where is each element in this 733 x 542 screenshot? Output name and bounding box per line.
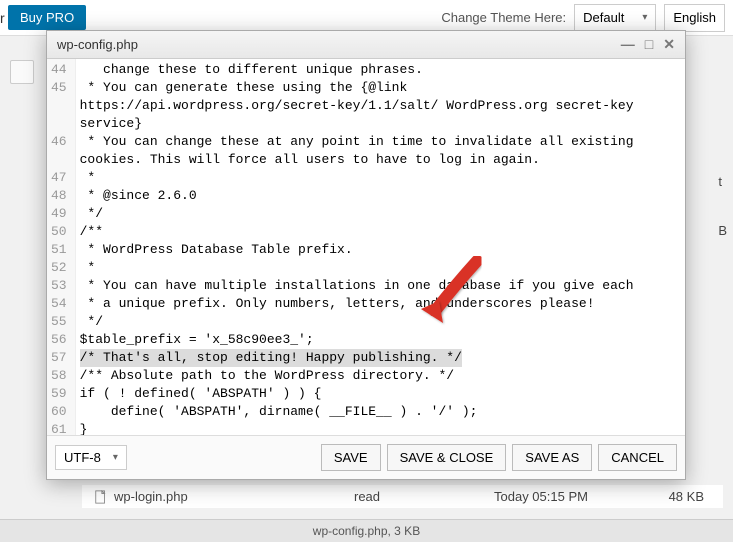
encoding-value: UTF-8	[64, 450, 101, 465]
file-row[interactable]: wp-login.php read Today 05:15 PM 48 KB	[82, 485, 723, 508]
sidebar-icon[interactable]	[10, 60, 34, 84]
partial-text: r	[0, 10, 5, 26]
code-editor[interactable]: 4445464748495051525354555657585960616263…	[47, 59, 685, 435]
bg-letters: t B	[718, 140, 727, 272]
theme-select[interactable]: Default ▾	[574, 4, 656, 32]
file-icon	[94, 490, 108, 504]
lang-value: English	[673, 10, 716, 25]
cancel-button[interactable]: CANCEL	[598, 444, 677, 471]
save-button[interactable]: SAVE	[321, 444, 381, 471]
editor-footer: UTF-8 ▾ SAVE SAVE & CLOSE SAVE AS CANCEL	[47, 435, 685, 479]
editor-title-text: wp-config.php	[57, 37, 138, 52]
chevron-down-icon: ▾	[642, 12, 647, 23]
chevron-down-icon: ▾	[113, 452, 118, 463]
file-name: wp-login.php	[114, 489, 188, 504]
close-icon[interactable]: ✕	[663, 36, 675, 53]
buy-pro-button[interactable]: Buy PRO	[8, 5, 86, 30]
language-select[interactable]: English	[664, 4, 725, 32]
file-date: Today 05:15 PM	[494, 489, 644, 504]
file-size: 48 KB	[644, 489, 704, 504]
line-gutter: 4445464748495051525354555657585960616263…	[47, 59, 76, 435]
maximize-icon[interactable]: □	[645, 36, 653, 53]
file-perm: read	[354, 489, 494, 504]
minimize-icon[interactable]: —	[621, 36, 635, 53]
editor-titlebar[interactable]: wp-config.php — □ ✕	[47, 31, 685, 59]
save-as-button[interactable]: SAVE AS	[512, 444, 592, 471]
save-close-button[interactable]: SAVE & CLOSE	[387, 444, 507, 471]
encoding-select[interactable]: UTF-8 ▾	[55, 445, 127, 470]
code-content[interactable]: change these to different unique phrases…	[76, 59, 638, 435]
editor-window: wp-config.php — □ ✕ 44454647484950515253…	[46, 30, 686, 480]
theme-value: Default	[583, 10, 624, 25]
theme-label: Change Theme Here:	[441, 10, 566, 25]
status-bar: wp-config.php, 3 KB	[0, 519, 733, 542]
status-text: wp-config.php, 3 KB	[313, 524, 420, 538]
